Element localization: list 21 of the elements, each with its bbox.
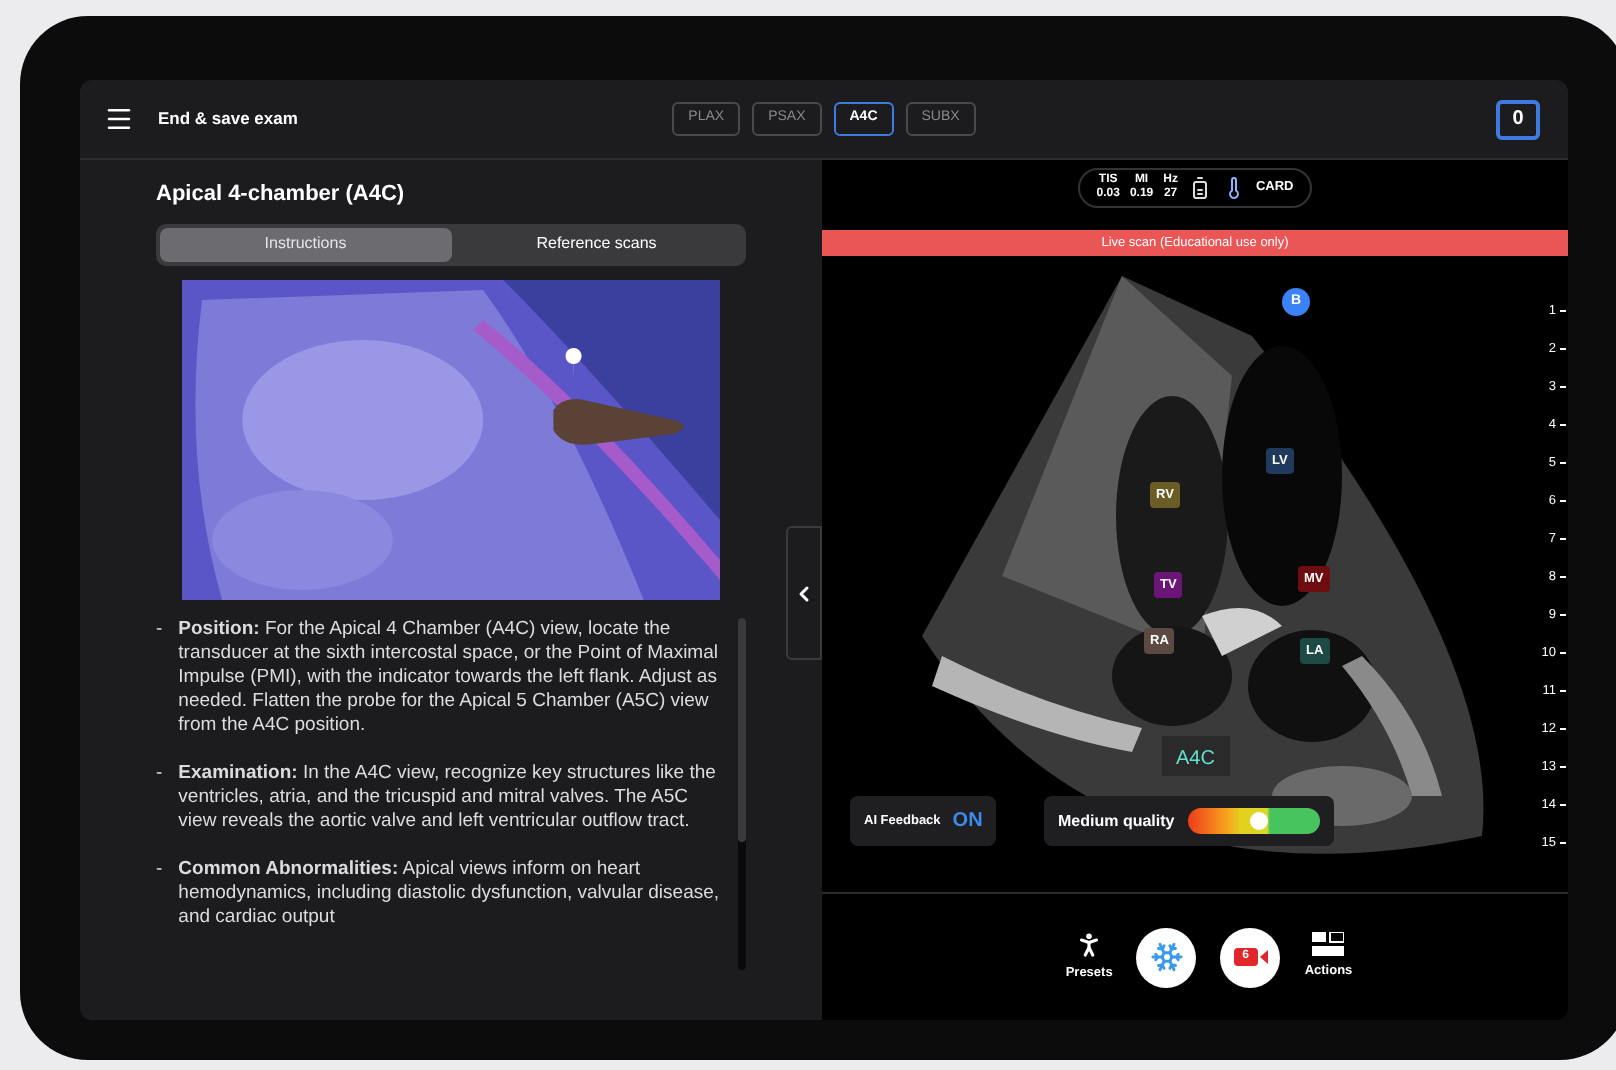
layout-icon [1312,932,1345,959]
quality-thumb[interactable] [1249,812,1268,830]
guide-tab[interactable]: Reference scans [451,227,742,261]
freeze-button[interactable] [1136,927,1197,987]
bullet: - [156,761,163,787]
collapse-handle[interactable] [786,526,822,660]
counter-badge[interactable]: 0 [1496,99,1540,139]
battery-icon [1187,176,1212,200]
instruction-text: Common Abnormalities: Apical views inform on heart hemodynamics, including diastolic dysfunction, valvular disease, and cardiac output [178,857,722,929]
instruction-text: Examination: In the A4C view, recognize key structures like the ventricles, atria, and the tricuspid and mitral valves. The A5C view reveals the aortic valve and left ventricular outflow tract. [178,761,718,833]
snowflake-icon [1149,940,1184,974]
end-exam-link[interactable]: End & save exam [158,106,298,132]
guide-title: Apical 4-chamber (A4C) [156,180,407,210]
menu-icon[interactable] [104,104,134,134]
instruction-text: Position: For the Apical 4 Chamber (A4C) view, locate the transducer at the sixth intercostal space, or the Point of Maximal Impulse (PMI), with the indicator towards the left flank. Adjust as needed. Flatten the probe for the Apical 5 Chamber (A5C) view from the A4C position. [178,617,720,737]
bullet: - [156,617,163,643]
view-label: A4C [1176,746,1215,774]
quality-label: Medium quality [1058,809,1175,833]
guide-tab[interactable]: Instructions [160,227,451,261]
ai-feedback-state: ON [952,808,983,836]
bullet: - [156,857,163,883]
